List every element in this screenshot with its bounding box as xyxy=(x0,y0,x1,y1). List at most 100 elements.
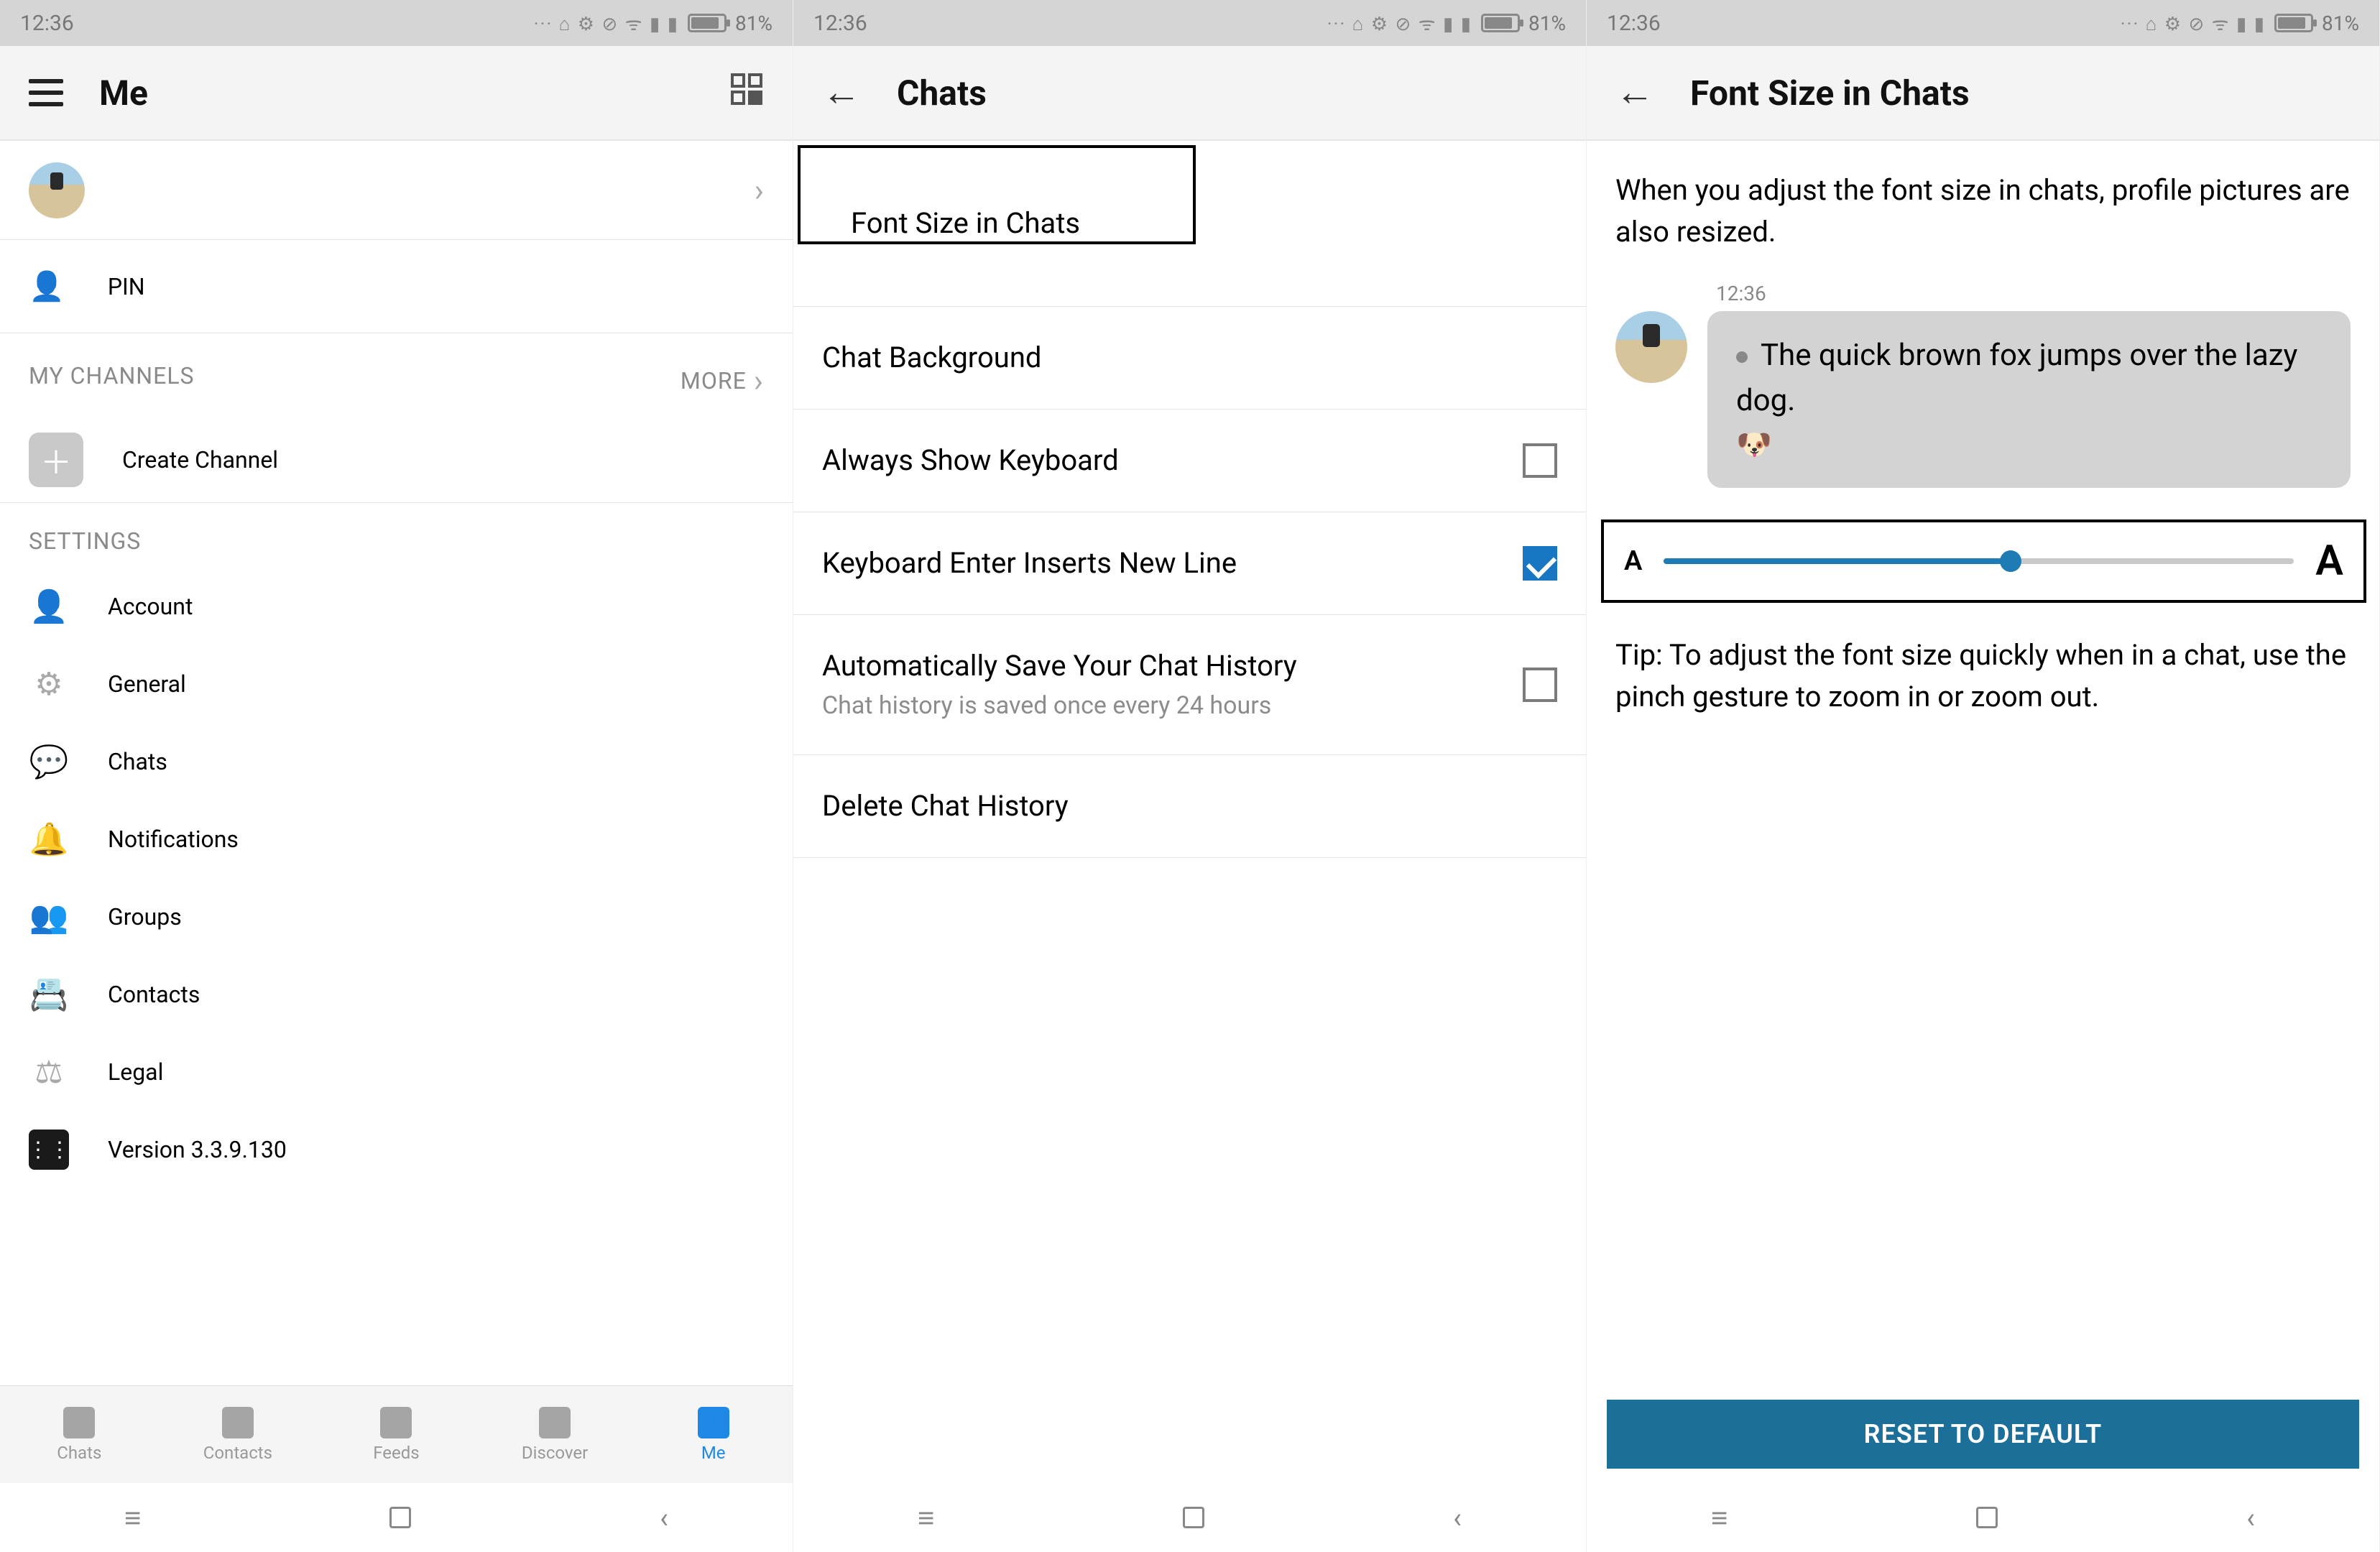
app-header: Me xyxy=(0,46,793,141)
create-channel-row[interactable]: ＋ Create Channel xyxy=(0,417,793,503)
settings-label: Account xyxy=(108,593,193,620)
app-header: ← Chats xyxy=(793,46,1586,141)
checkbox[interactable] xyxy=(1523,443,1557,478)
settings-item-groups[interactable]: 👥Groups xyxy=(0,878,793,956)
nav-discover[interactable]: Discover xyxy=(476,1386,635,1483)
recent-apps-icon[interactable]: ≡ xyxy=(918,1501,934,1535)
me-icon xyxy=(698,1407,729,1438)
nav-me[interactable]: Me xyxy=(634,1386,793,1483)
system-nav-bar: ≡ ‹ xyxy=(793,1483,1586,1552)
font-size-slider[interactable]: A A xyxy=(1601,519,2366,603)
chats-icon xyxy=(63,1407,95,1438)
system-nav-bar: ≡ ‹ xyxy=(0,1483,793,1552)
settings-label: Contacts xyxy=(108,981,200,1008)
settings-item-contacts[interactable]: 📇Contacts xyxy=(0,956,793,1033)
settings-item-account[interactable]: 👤Account xyxy=(0,568,793,645)
recent-apps-icon[interactable]: ≡ xyxy=(124,1501,141,1535)
nav-label: Feeds xyxy=(373,1443,419,1463)
row-chat-background[interactable]: Chat Background xyxy=(793,307,1586,410)
battery-icon xyxy=(2274,14,2313,32)
tip-text: Tip: To adjust the font size quickly whe… xyxy=(1587,613,2379,739)
settings-label: General xyxy=(108,670,186,698)
nav-contacts[interactable]: Contacts xyxy=(159,1386,318,1483)
status-icons: ··· ⌂ ⚙ ⊘ ᯤ ▮ ▮ xyxy=(2121,10,2266,36)
status-time: 12:36 xyxy=(813,11,867,36)
create-channel-label: Create Channel xyxy=(122,446,278,474)
reset-to-default-button[interactable]: RESET TO DEFAULT xyxy=(1607,1400,2359,1469)
content: When you adjust the font size in chats, … xyxy=(1587,141,2379,770)
settings-item-chats[interactable]: 💬Chats xyxy=(0,723,793,800)
chevron-right-icon: › xyxy=(754,362,764,399)
nav-label: Contacts xyxy=(203,1443,272,1463)
gavel-icon: ⚖ xyxy=(29,1053,69,1091)
back-icon[interactable]: ‹ xyxy=(1453,1501,1462,1535)
battery-icon xyxy=(688,14,727,32)
dog-emoji: 🐶 xyxy=(1736,423,2322,466)
checkbox[interactable] xyxy=(1523,668,1557,702)
person-icon: 👤 xyxy=(29,269,65,303)
nav-feeds[interactable]: Feeds xyxy=(317,1386,476,1483)
row-label: Keyboard Enter Inserts New Line xyxy=(822,546,1237,580)
chevron-right-icon: › xyxy=(755,172,764,209)
message-bubble: The quick brown fox jumps over the lazy … xyxy=(1707,311,2351,488)
settings-label: Chats xyxy=(108,748,167,775)
settings-label: Groups xyxy=(108,903,182,930)
back-icon[interactable]: ‹ xyxy=(660,1501,668,1535)
bottom-nav: Chats Contacts Feeds Discover Me xyxy=(0,1385,793,1483)
row-label: Always Show Keyboard xyxy=(822,443,1119,477)
status-right: ··· ⌂ ⚙ ⊘ ᯤ ▮ ▮ 81% xyxy=(2121,10,2359,36)
channels-header: MY CHANNELS MORE › xyxy=(0,333,793,417)
back-icon[interactable]: ‹ xyxy=(2246,1501,2255,1535)
row-label: Delete Chat History xyxy=(822,789,1069,823)
checkbox-checked[interactable] xyxy=(1523,546,1557,581)
status-bar: 12:36 ··· ⌂ ⚙ ⊘ ᯤ ▮ ▮ 81% xyxy=(793,0,1586,46)
app-header: ← Font Size in Chats xyxy=(1587,46,2379,141)
page-title: Me xyxy=(99,73,148,114)
battery-icon xyxy=(1481,14,1520,32)
status-right: ··· ⌂ ⚙ ⊘ ᯤ ▮ ▮ 81% xyxy=(1327,10,1566,36)
home-icon[interactable] xyxy=(1976,1507,1998,1528)
row-always-show-keyboard[interactable]: Always Show Keyboard xyxy=(793,410,1586,512)
row-enter-newline[interactable]: Keyboard Enter Inserts New Line xyxy=(793,512,1586,615)
back-arrow-icon[interactable]: ← xyxy=(1615,73,1654,112)
bbm-icon: ⋮⋮ xyxy=(29,1130,69,1170)
nav-chats[interactable]: Chats xyxy=(0,1386,159,1483)
channels-header-text: MY CHANNELS xyxy=(29,362,195,399)
settings-label: Legal xyxy=(108,1058,163,1086)
channels-more[interactable]: MORE › xyxy=(681,362,764,399)
slider-fill xyxy=(1664,558,2010,564)
settings-item-legal[interactable]: ⚖ Legal xyxy=(0,1033,793,1111)
settings-item-notifications[interactable]: 🔔Notifications xyxy=(0,800,793,878)
nav-label: Chats xyxy=(57,1443,101,1463)
status-bar: 12:36 ··· ⌂ ⚙ ⊘ ᯤ ▮ ▮ 81% xyxy=(0,0,793,46)
row-delete-history[interactable]: Delete Chat History xyxy=(793,755,1586,858)
battery-percent: 81% xyxy=(735,11,772,35)
settings-item-general[interactable]: ⚙General xyxy=(0,645,793,723)
settings-item-version[interactable]: ⋮⋮Version 3.3.9.130 xyxy=(0,1111,793,1188)
avatar xyxy=(1615,311,1687,383)
row-label: Automatically Save Your Chat History xyxy=(822,647,1494,685)
qr-icon[interactable] xyxy=(729,72,764,114)
back-arrow-icon[interactable]: ← xyxy=(822,73,861,112)
more-label: MORE xyxy=(681,367,747,394)
status-dot-icon xyxy=(1736,351,1748,363)
sample-text: The quick brown fox jumps over the lazy … xyxy=(1736,338,2297,418)
menu-icon[interactable] xyxy=(29,79,63,106)
page-title: Font Size in Chats xyxy=(1690,73,1970,114)
home-icon[interactable] xyxy=(389,1507,411,1528)
pin-row[interactable]: 👤 PIN xyxy=(0,240,793,333)
avatar xyxy=(29,162,85,218)
slider-track[interactable] xyxy=(1664,558,2294,564)
status-icons: ··· ⌂ ⚙ ⊘ ᯤ ▮ ▮ xyxy=(1327,10,1472,36)
row-auto-save-history[interactable]: Automatically Save Your Chat History Cha… xyxy=(793,615,1586,755)
feeds-icon xyxy=(380,1407,412,1438)
bell-icon: 🔔 xyxy=(29,821,69,858)
slider-thumb[interactable] xyxy=(2000,550,2021,572)
row-font-size[interactable]: Font Size in Chats xyxy=(793,141,1586,307)
recent-apps-icon[interactable]: ≡ xyxy=(1711,1501,1728,1535)
phone-screen-1: 12:36 ··· ⌂ ⚙ ⊘ ᯤ ▮ ▮ 81% Me › 👤 PIN MY … xyxy=(0,0,793,1552)
row-label: Chat Background xyxy=(822,341,1041,374)
status-icons: ··· ⌂ ⚙ ⊘ ᯤ ▮ ▮ xyxy=(534,10,679,36)
profile-row[interactable]: › xyxy=(0,141,793,240)
home-icon[interactable] xyxy=(1183,1507,1204,1528)
